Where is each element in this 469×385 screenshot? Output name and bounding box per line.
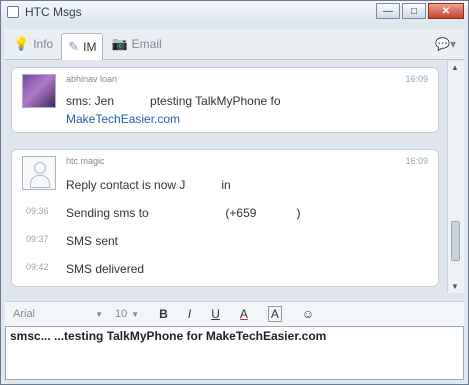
font-select[interactable]: Arial ▼ (13, 308, 103, 320)
chevron-down-icon: ▼ (131, 309, 140, 319)
font-size-value: 10 (115, 308, 128, 320)
message-input[interactable]: smsc... ...testing TalkMyPhone for MakeT… (5, 326, 464, 380)
tab-im[interactable]: ✎ IM (61, 32, 104, 60)
message-link[interactable]: MakeTechEasier.com (66, 112, 180, 126)
entry-time: 09:36 (26, 206, 49, 216)
pencil-icon: ✎ (68, 38, 80, 54)
format-toolbar: Arial ▼ 10 ▼ B I U A A ☺ (5, 301, 464, 326)
message-text-part: ptesting TalkMyPhone fo (150, 94, 281, 108)
redaction (152, 209, 223, 219)
scroll-down-icon[interactable]: ▼ (451, 282, 459, 291)
message-card: abhinav loan 16:09 sms: Jen ptesting Talk… (11, 67, 439, 133)
conversation-pane: abhinav loan 16:09 sms: Jen ptesting Talk… (5, 61, 445, 293)
message-text: Reply contact is now J in (66, 178, 231, 192)
message-text-part: ) (296, 206, 301, 220)
message-text: Sending sms to (+659) (66, 206, 300, 220)
tab-info-label: Info (33, 37, 54, 51)
message-text: SMS delivered (66, 262, 145, 276)
scroll-thumb[interactable] (451, 221, 460, 261)
message-text-part: Reply contact is now J (66, 178, 186, 192)
tab-info[interactable]: 💡 Info (7, 32, 59, 56)
app-window: HTC Msgs — □ ✕ 💡 Info ✎ IM 📷 Email 💬▾ ab… (0, 0, 469, 385)
underline-button[interactable]: U (211, 307, 220, 321)
app-icon (7, 6, 19, 18)
maximize-button[interactable]: □ (402, 3, 426, 19)
tab-email[interactable]: 📷 Email (105, 32, 167, 56)
tab-im-label: IM (83, 39, 97, 54)
message-text-part: Sending sms to (66, 206, 149, 220)
message-text: SMS sent (66, 234, 119, 248)
camera-icon: 📷 (111, 36, 128, 51)
window-title: HTC Msgs (25, 5, 82, 19)
bold-button[interactable]: B (159, 307, 168, 321)
message-text-part: in (221, 178, 231, 192)
tab-bar: 💡 Info ✎ IM 📷 Email 💬▾ (5, 29, 464, 60)
message-text-part: sms: Jen (66, 94, 115, 108)
message-card: htc magic 16:09 Reply contact is now J in… (11, 149, 439, 287)
sender-name: abhinav loan (66, 74, 118, 84)
sender-name: htc magic (66, 156, 105, 166)
redaction (114, 97, 151, 107)
tab-email-label: Email (131, 37, 162, 51)
message-text: sms: Jen ptesting TalkMyPhone fo (66, 94, 281, 108)
italic-button[interactable]: I (188, 307, 191, 321)
entry-time: 09:37 (26, 234, 49, 244)
font-size-select[interactable]: 10 ▼ (115, 308, 139, 320)
emoticon-button[interactable]: ☺ (302, 307, 314, 321)
message-text-part: (+659 (225, 206, 257, 220)
redaction (256, 209, 297, 219)
avatar (22, 74, 56, 108)
title-bar[interactable]: HTC Msgs — □ ✕ (1, 1, 468, 23)
entry-time: 09:42 (26, 262, 49, 272)
chat-bubbles-icon[interactable]: 💬▾ (435, 37, 456, 51)
avatar (22, 156, 56, 190)
minimize-button[interactable]: — (376, 3, 400, 19)
lightbulb-icon: 💡 (13, 36, 30, 51)
window-controls: — □ ✕ (374, 3, 464, 19)
highlight-button[interactable]: A (267, 306, 282, 322)
vertical-scrollbar[interactable]: ▲ ▼ (447, 61, 464, 293)
message-time: 16:09 (405, 74, 428, 84)
close-button[interactable]: ✕ (428, 3, 464, 19)
message-time: 16:09 (405, 156, 428, 166)
redaction (185, 181, 222, 191)
font-select-value: Arial (13, 308, 36, 320)
chevron-down-icon: ▼ (95, 309, 103, 319)
font-color-button[interactable]: A (240, 307, 248, 321)
scroll-up-icon[interactable]: ▲ (451, 63, 459, 72)
